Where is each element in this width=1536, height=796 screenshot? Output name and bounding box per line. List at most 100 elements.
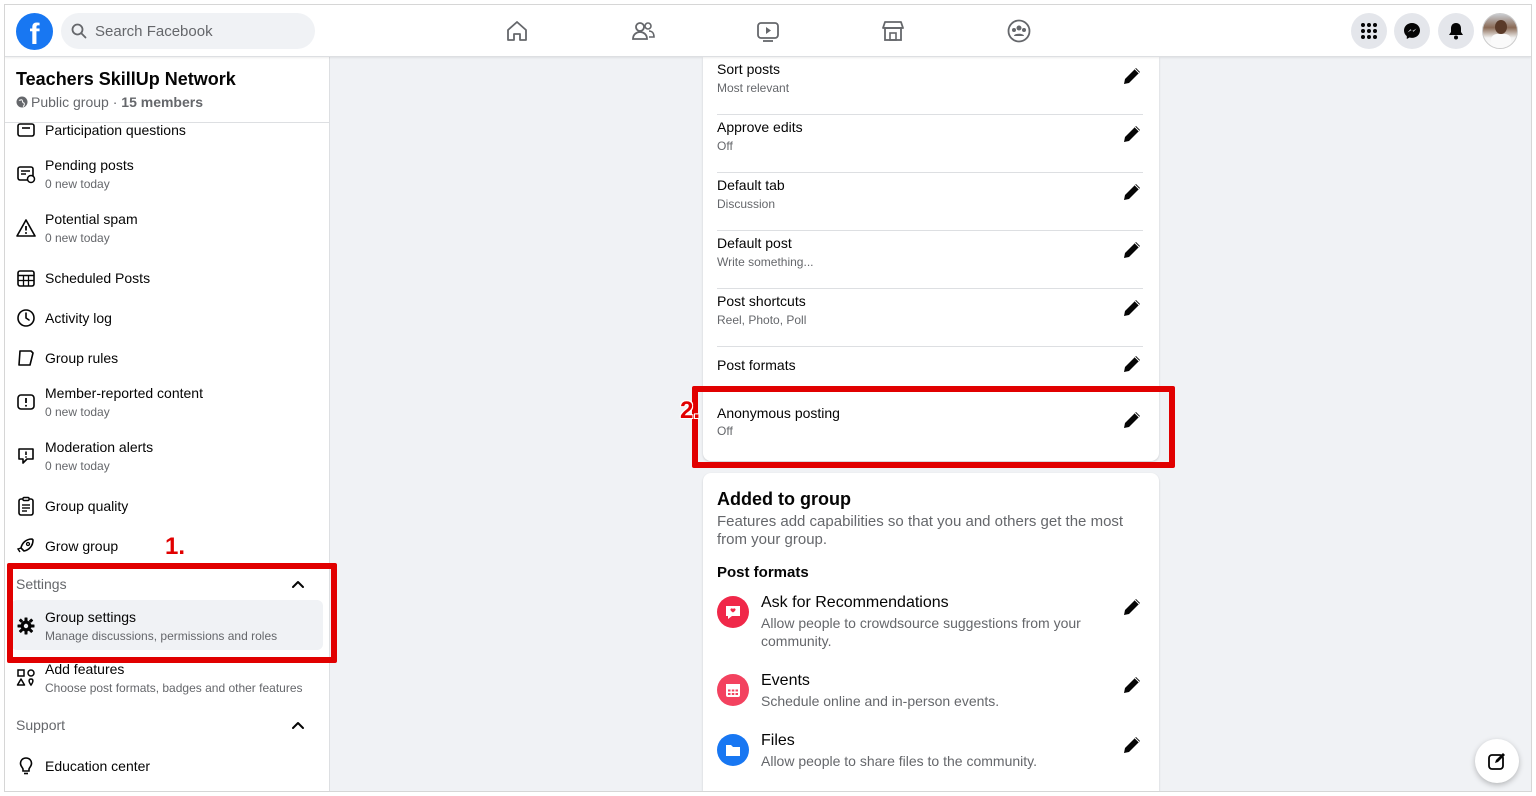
search-box[interactable] — [61, 13, 315, 49]
sidebar-item-education-center[interactable]: Education center — [5, 755, 329, 777]
sidebar-item-label: Participation questions — [45, 122, 186, 138]
group-privacy: Public group — [31, 94, 109, 110]
sidebar-item-sublabel: 0 new today — [45, 459, 110, 473]
groups-icon[interactable] — [1005, 17, 1033, 45]
setting-row-post-shortcuts[interactable]: Post shortcuts Reel, Photo, Poll — [717, 289, 1143, 347]
sidebar-item-label: Scheduled Posts — [45, 270, 151, 286]
chevron-up-icon[interactable] — [291, 718, 305, 732]
feature-title: Events — [761, 672, 810, 689]
sidebar-item-label: Potential spam — [45, 211, 138, 227]
feature-title: Ask for Recommendations — [761, 594, 949, 611]
warning-icon — [15, 217, 37, 239]
rocket-icon — [15, 535, 37, 557]
pencil-icon[interactable] — [1121, 596, 1143, 618]
setting-row-default-tab[interactable]: Default tab Discussion — [717, 173, 1143, 231]
sidebar-item-sublabel: Choose post formats, badges and other fe… — [45, 681, 303, 695]
new-message-button[interactable] — [1475, 739, 1519, 783]
recommendations-icon — [717, 596, 749, 628]
sidebar-item-label: Group rules — [45, 350, 119, 366]
feature-description: Schedule online and in-person events. — [761, 693, 1000, 709]
support-section-header[interactable]: Support — [16, 717, 65, 733]
report-icon — [15, 391, 37, 413]
setting-label: Post formats — [717, 357, 796, 373]
pencil-icon[interactable] — [1121, 239, 1143, 261]
sidebar-item-pending-posts[interactable]: Pending posts 0 new today — [5, 157, 329, 191]
sidebar-item-label: Member-reported content — [45, 385, 203, 401]
shapes-icon — [15, 667, 37, 689]
sidebar-item-label: Grow group — [45, 538, 119, 554]
rulebook-icon — [15, 347, 37, 369]
calendar-icon — [717, 674, 749, 706]
pencil-icon[interactable] — [1121, 123, 1143, 145]
annotation-box-1 — [7, 563, 337, 663]
sidebar-item-sublabel: 0 new today — [45, 231, 110, 245]
pending-posts-icon — [15, 163, 37, 185]
sidebar-item-label: Add features — [45, 661, 125, 677]
browser-viewport: f Search Facebook Teachers SkillUp Netwo… — [4, 4, 1532, 792]
setting-row-default-post[interactable]: Default post Write something... — [717, 231, 1143, 289]
sidebar-item-label: Pending posts — [45, 157, 134, 173]
sidebar-item-label: Moderation alerts — [45, 439, 154, 455]
sidebar-item-group-quality[interactable]: Group quality — [5, 495, 329, 517]
marketplace-icon[interactable] — [879, 17, 907, 45]
profile-avatar[interactable] — [1482, 13, 1518, 49]
setting-value: Discussion — [717, 197, 776, 211]
sidebar-item-group-rules[interactable]: Group rules — [5, 347, 329, 369]
feature-description: Allow people to share files to the commu… — [761, 753, 1037, 769]
compose-icon — [1488, 753, 1505, 770]
feature-description: Allow people to crowdsource suggestions … — [761, 615, 1081, 649]
messenger-icon[interactable] — [1394, 13, 1430, 49]
group-member-count[interactable]: 15 members — [121, 94, 203, 110]
group-header: Teachers SkillUp Network Public group · … — [5, 57, 329, 123]
annotation-box-2 — [692, 386, 1175, 468]
pencil-icon[interactable] — [1121, 674, 1143, 696]
pencil-icon[interactable] — [1121, 65, 1143, 87]
feature-title: Files — [761, 732, 795, 749]
setting-row-approve-edits[interactable]: Approve edits Off — [717, 115, 1143, 173]
setting-value: Write something... — [717, 255, 814, 269]
sidebar-item-moderation-alerts[interactable]: Moderation alerts 0 new today — [5, 439, 329, 473]
friends-icon[interactable] — [629, 17, 657, 45]
setting-label: Sort posts — [717, 61, 781, 77]
search-input[interactable] — [95, 22, 295, 40]
setting-row-sort-posts[interactable]: Sort posts Most relevant — [717, 57, 1143, 115]
setting-value: Reel, Photo, Poll — [717, 313, 807, 327]
notifications-icon[interactable] — [1438, 13, 1474, 49]
facebook-logo[interactable]: f — [16, 13, 53, 50]
sidebar-item-member-reported-content[interactable]: Member-reported content 0 new today — [5, 385, 329, 419]
setting-label: Approve edits — [717, 119, 803, 135]
sidebar-item-activity-log[interactable]: Activity log — [5, 307, 329, 329]
annotation-marker-1: 1. — [165, 533, 186, 560]
sidebar-item-label: Group quality — [45, 498, 129, 514]
globe-icon — [16, 96, 28, 108]
clipboard-icon — [15, 495, 37, 517]
sidebar-item-scheduled-posts[interactable]: Scheduled Posts — [5, 267, 329, 289]
pencil-icon[interactable] — [1121, 734, 1143, 756]
alert-bubble-icon — [15, 445, 37, 467]
sidebar-item-label: Education center — [45, 758, 151, 774]
sidebar-item-add-features[interactable]: Add features Choose post formats, badges… — [5, 661, 329, 695]
setting-value: Off — [717, 139, 733, 153]
pencil-icon[interactable] — [1121, 181, 1143, 203]
group-name[interactable]: Teachers SkillUp Network — [16, 69, 319, 90]
setting-label: Post shortcuts — [717, 293, 806, 309]
pencil-icon[interactable] — [1121, 297, 1143, 319]
setting-label: Default post — [717, 235, 792, 251]
menu-grid-icon[interactable] — [1351, 13, 1387, 49]
home-icon[interactable] — [503, 17, 531, 45]
setting-label: Default tab — [717, 177, 785, 193]
added-to-group-heading: Added to group — [717, 489, 851, 509]
pencil-icon[interactable] — [1121, 353, 1143, 375]
sidebar-item-potential-spam[interactable]: Potential spam 0 new today — [5, 211, 329, 245]
search-icon — [71, 23, 87, 39]
post-formats-subheading: Post formats — [717, 564, 809, 581]
group-admin-sidebar: Teachers SkillUp Network Public group · … — [5, 57, 330, 791]
setting-value: Most relevant — [717, 81, 790, 95]
group-meta: Public group · 15 members — [16, 94, 319, 110]
folder-icon — [717, 734, 749, 766]
lightbulb-icon — [15, 755, 37, 777]
group-meta-separator: · — [108, 94, 122, 110]
watch-icon[interactable] — [754, 17, 782, 45]
calendar-grid-icon — [15, 267, 37, 289]
sidebar-item-sublabel: 0 new today — [45, 405, 110, 419]
